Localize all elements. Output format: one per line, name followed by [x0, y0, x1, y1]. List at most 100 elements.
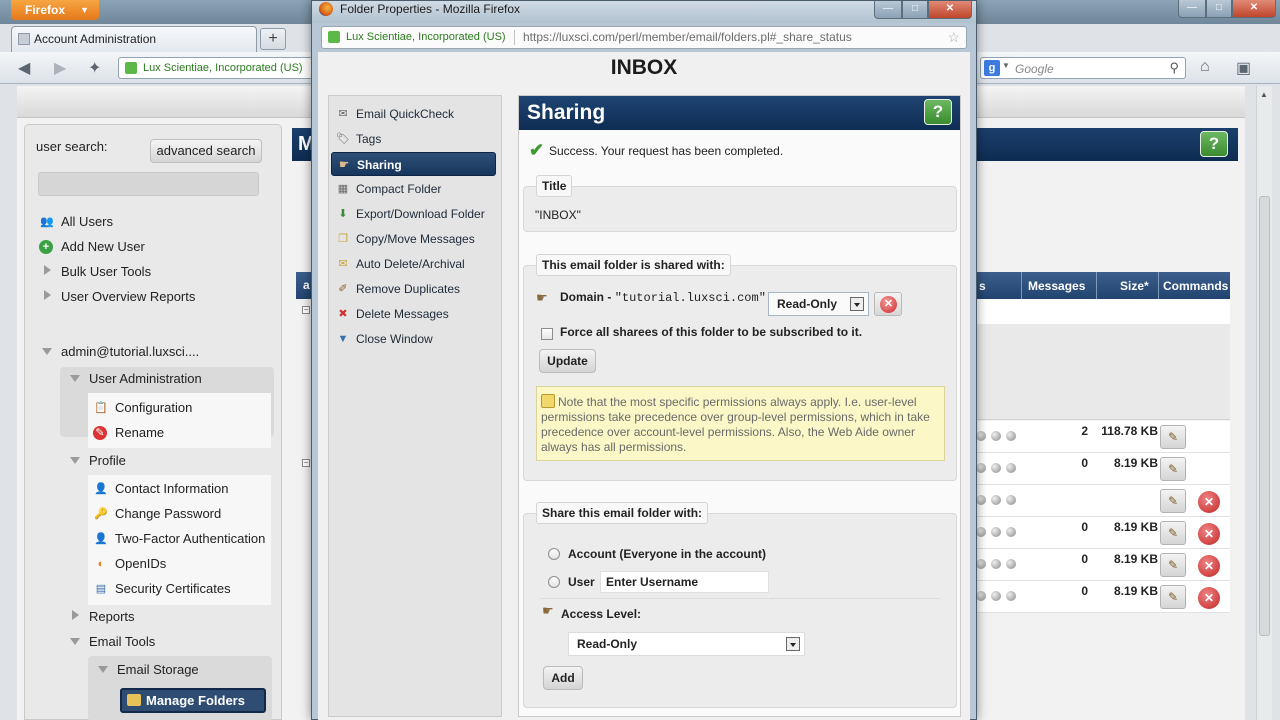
sidebar-item-email-tools[interactable]: Email Tools — [67, 631, 155, 653]
sidebar-item-security-certificates[interactable]: ▤ Security Certificates — [93, 578, 231, 600]
close-button[interactable]: ✕ — [928, 1, 972, 19]
edit-folder-icon[interactable]: ✎ — [1160, 457, 1186, 481]
menu-item-export-download-folder[interactable]: ⬇ Export/Download Folder — [331, 202, 496, 226]
edit-folder-icon[interactable]: ✎ — [1160, 489, 1186, 513]
add-button[interactable]: Add — [543, 666, 583, 690]
force-subscribe-checkbox[interactable] — [541, 328, 553, 340]
column-header-messages[interactable]: Messages — [1028, 279, 1085, 293]
search-box[interactable]: g ▼ Google ⚲ — [980, 57, 1186, 79]
sidebar-item-user-administration[interactable]: User Administration — [67, 368, 202, 390]
edit-folder-icon[interactable]: ✎ — [1160, 521, 1186, 545]
sidebar-item-change-password[interactable]: 🔑 Change Password — [93, 503, 221, 525]
account-radio[interactable] — [548, 548, 560, 560]
user-radio[interactable] — [548, 576, 560, 588]
collapse-icon[interactable]: − — [302, 306, 310, 314]
edit-folder-icon[interactable]: ✎ — [1160, 425, 1186, 449]
column-header-size[interactable]: Size* — [1120, 279, 1149, 293]
page-icon — [18, 33, 30, 45]
search-icon[interactable]: ⚲ — [1169, 60, 1179, 76]
sidebar-item-reports[interactable]: Reports — [67, 606, 135, 628]
sidebar-item-account[interactable]: admin@tutorial.luxsci.... — [39, 341, 199, 363]
sidebar-item-label: Add New User — [61, 239, 145, 254]
menu-item-tags[interactable]: 🏷 Tags — [331, 127, 496, 151]
sidebar-item-manage-folders[interactable]: Manage Folders — [120, 688, 266, 713]
sidebar-item-openids[interactable]: ◐ OpenIDs — [93, 553, 167, 575]
popup-page: INBOX ✉ Email QuickCheck 🏷 Tags ☛ Sharin… — [318, 52, 970, 720]
table-row[interactable]: 2 118.78 KB ✎ — [976, 421, 1230, 453]
scroll-up-icon[interactable]: ▲ — [1260, 90, 1268, 99]
table-row[interactable]: 0 8.19 KB ✎ ✕ — [976, 581, 1230, 613]
forward-arrow-icon[interactable]: ▶ — [54, 58, 66, 78]
user-search-input[interactable] — [38, 172, 259, 196]
sidebar-item-rename[interactable]: ✎ Rename — [93, 422, 164, 444]
sidebar-item-configuration[interactable]: 📋 Configuration — [93, 397, 192, 419]
delete-folder-icon[interactable]: ✕ — [1198, 555, 1220, 577]
sidebar-item-label: Reports — [89, 609, 135, 624]
collapse-icon[interactable]: − — [302, 459, 310, 467]
minimize-button[interactable]: — — [1178, 0, 1206, 18]
menu-item-remove-duplicates[interactable]: ✐ Remove Duplicates — [331, 277, 496, 301]
menu-item-copy-move-messages[interactable]: ❐ Copy/Move Messages — [331, 227, 496, 251]
bookmarks-menu-icon[interactable]: ▣ — [1236, 58, 1251, 78]
table-row[interactable]: 0 8.19 KB ✎ ✕ — [976, 549, 1230, 581]
new-tab-button[interactable]: + — [260, 28, 286, 50]
menu-item-label: Remove Duplicates — [356, 282, 461, 296]
maximize-button[interactable]: □ — [1206, 0, 1232, 18]
sidebar-item-label: Email Storage — [117, 662, 199, 677]
google-icon: g — [984, 60, 1000, 76]
scrollbar-thumb[interactable] — [1259, 196, 1270, 636]
url-bar[interactable]: Lux Scientiae, Incorporated (US) — [118, 57, 313, 79]
menu-item-auto-delete-archival[interactable]: ✉ Auto Delete/Archival — [331, 252, 496, 276]
access-level-select[interactable]: Read-Only — [568, 632, 805, 656]
folder-size: 118.78 KB — [1101, 424, 1158, 438]
table-row[interactable]: ✎ ✕ — [976, 485, 1230, 517]
delete-folder-icon[interactable]: ✕ — [1198, 491, 1220, 513]
rename-icon: ✎ — [93, 426, 107, 440]
addons-icon[interactable]: ✦ — [88, 58, 101, 78]
username-input[interactable]: Enter Username — [600, 571, 769, 593]
key-icon: 🔑 — [94, 508, 108, 520]
sidebar-item-all-users[interactable]: 👥 All Users — [39, 211, 113, 233]
sidebar-item-profile[interactable]: Profile — [67, 450, 126, 472]
home-icon[interactable]: ⌂ — [1200, 58, 1210, 76]
menu-item-delete-messages[interactable]: ✖ Delete Messages — [331, 302, 496, 326]
menu-item-close-window[interactable]: ▼ Close Window — [331, 327, 496, 351]
update-button[interactable]: Update — [539, 349, 596, 373]
share-permission-select[interactable]: Read-Only — [768, 292, 869, 316]
menu-item-compact-folder[interactable]: ▦ Compact Folder — [331, 177, 496, 201]
popup-url-bar[interactable]: Lux Scientiae, Incorporated (US) https:/… — [321, 26, 967, 49]
minimize-button[interactable]: — — [874, 1, 902, 19]
column-header-s[interactable]: s — [979, 279, 986, 293]
maximize-button[interactable]: □ — [902, 1, 928, 19]
table-row[interactable]: 0 8.19 KB ✎ ✕ — [976, 517, 1230, 549]
back-arrow-icon[interactable]: ◀ — [18, 58, 30, 78]
sidebar-item-add-new-user[interactable]: + Add New User — [39, 236, 145, 258]
sidebar-item-bulk-user-tools[interactable]: Bulk User Tools — [39, 261, 151, 283]
delete-folder-icon[interactable]: ✕ — [1198, 523, 1220, 545]
tab-account-administration[interactable]: Account Administration — [11, 26, 257, 52]
edit-folder-icon[interactable]: ✎ — [1160, 585, 1186, 609]
page-scrollbar[interactable]: ▲ — [1256, 86, 1272, 720]
delete-folder-icon[interactable]: ✕ — [1198, 587, 1220, 609]
advanced-search-button[interactable]: advanced search — [150, 139, 262, 163]
close-button[interactable]: ✕ — [1232, 0, 1276, 18]
message-count: 0 — [1081, 552, 1088, 566]
sidebar-item-email-storage[interactable]: Email Storage — [95, 659, 199, 681]
firefox-logo-icon — [319, 2, 333, 16]
checkmark-icon: ✔ — [529, 140, 545, 160]
sidebar-item-user-overview-reports[interactable]: User Overview Reports — [39, 286, 195, 308]
edit-folder-icon[interactable]: ✎ — [1160, 553, 1186, 577]
menu-item-email-quickcheck[interactable]: ✉ Email QuickCheck — [331, 102, 496, 126]
sidebar-item-contact-information[interactable]: 👤 Contact Information — [93, 478, 228, 500]
help-button[interactable]: ? — [1200, 131, 1228, 157]
table-row[interactable]: 0 8.19 KB ✎ — [976, 453, 1230, 485]
folder-size: 8.19 KB — [1113, 552, 1158, 566]
sidebar-item-two-factor-authentication[interactable]: 👤 Two-Factor Authentication — [93, 528, 265, 550]
tag-icon: 🏷 — [336, 133, 350, 145]
status-dots — [976, 527, 1016, 537]
firefox-menu-button[interactable]: Firefox ▼ — [11, 0, 99, 20]
help-button[interactable]: ? — [924, 99, 952, 125]
menu-item-sharing[interactable]: ☛ Sharing — [331, 152, 496, 176]
remove-share-button[interactable]: ✕ — [874, 292, 902, 316]
bookmark-star-icon[interactable]: ☆ — [947, 27, 960, 48]
